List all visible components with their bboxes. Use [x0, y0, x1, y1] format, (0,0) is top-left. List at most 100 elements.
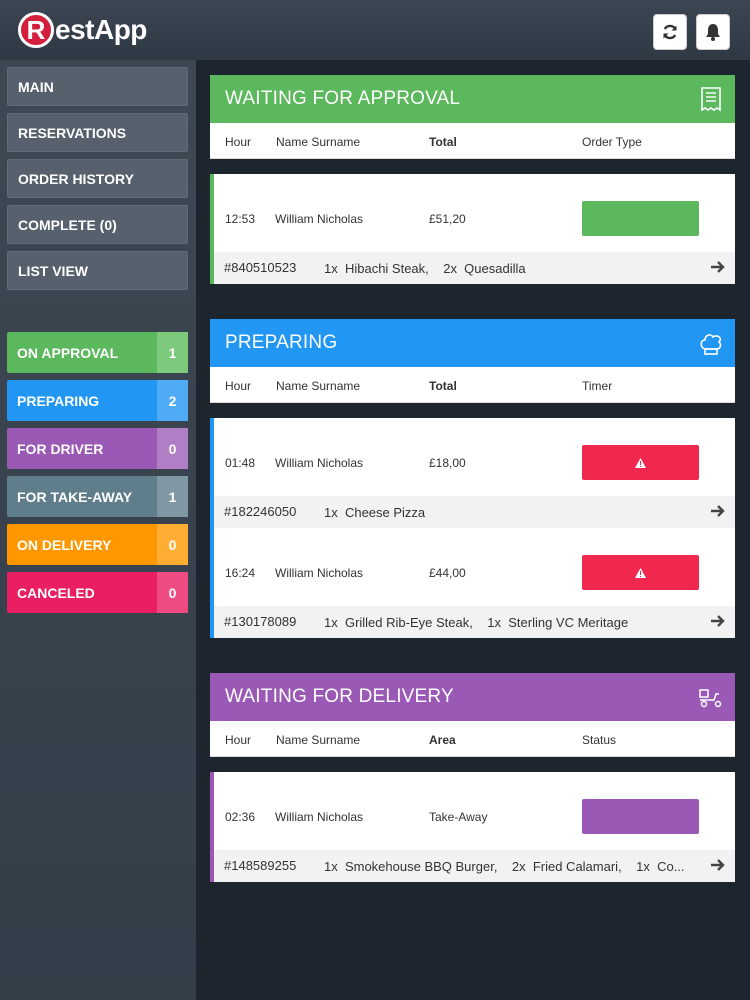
order-card[interactable]: 02:36 William Nicholas Take-Away Take Aw…: [210, 772, 735, 882]
order-hour: 01:48: [225, 456, 256, 470]
sidebar-item-label: COMPLETE (0): [18, 216, 117, 233]
order-name: William Nicholas: [275, 212, 364, 226]
col-timer: Timer: [582, 379, 613, 393]
restapp-logo[interactable]: R estApp: [18, 10, 147, 50]
delivery-column-headers: Hour Name Surname Area Status: [210, 721, 735, 757]
order-items-row: #182246050 1x Cheese Pizza: [214, 496, 735, 528]
status-count: 0: [157, 572, 188, 613]
status-label: CANCELED: [17, 584, 95, 601]
status-on-delivery[interactable]: ON DELIVERY 0: [7, 524, 188, 565]
order-number: #182246050: [224, 504, 297, 519]
order-number: #840510523: [224, 260, 297, 275]
status-count: 1: [157, 332, 188, 373]
status-label: FOR TAKE-AWAY: [17, 488, 133, 505]
order-type-badge[interactable]: Delivery: [582, 201, 699, 250]
sidebar-item-label: MAIN: [18, 78, 54, 95]
status-count: 0: [157, 524, 188, 565]
arrow-right-icon[interactable]: [709, 502, 727, 520]
col-total: Total: [429, 379, 457, 393]
col-name: Name Surname: [276, 135, 361, 149]
order-items: 1x Hibachi Steak, 2x Quesadilla: [324, 261, 526, 276]
order-hour: 02:36: [225, 810, 256, 824]
status-for-driver[interactable]: FOR DRIVER 0: [7, 428, 188, 469]
status-preparing[interactable]: PREPARING 2: [7, 380, 188, 421]
col-total: Total: [429, 135, 457, 149]
preparing-panel-header: PREPARING: [210, 319, 735, 367]
delivery-panel-header: WAITING FOR DELIVERY: [210, 673, 735, 721]
order-total: £18,00: [429, 456, 466, 470]
status-label: FOR DRIVER: [17, 440, 104, 457]
col-status: Status: [582, 733, 617, 747]
panel-title: WAITING FOR APPROVAL: [225, 88, 461, 109]
order-card-group: 01:48 William Nicholas £18,00 LATE #1822…: [210, 418, 735, 638]
col-name: Name Surname: [276, 379, 361, 393]
late-badge[interactable]: LATE: [582, 555, 699, 604]
order-row[interactable]: 01:48 William Nicholas £18,00 LATE: [214, 418, 735, 496]
col-area: Area: [429, 733, 456, 747]
refresh-icon: [663, 24, 677, 40]
order-number: #130178089: [224, 614, 297, 629]
bell-icon: [706, 24, 720, 41]
badge-label: Delivery: [622, 239, 659, 250]
status-label: ON APPROVAL: [17, 344, 119, 361]
arrow-right-icon[interactable]: [709, 612, 727, 630]
col-hour: Hour: [225, 733, 252, 747]
sidebar-item-main[interactable]: MAIN: [7, 67, 188, 106]
warning-icon: [635, 457, 646, 468]
order-row: 12:53 William Nicholas £51,20 Delivery: [214, 174, 735, 252]
status-label: PREPARING: [17, 392, 100, 409]
order-total: £51,20: [429, 212, 466, 226]
status-badge[interactable]: Take Away: [582, 799, 699, 848]
status-count: 0: [157, 428, 188, 469]
badge-label: LATE: [628, 593, 653, 604]
order-area: Take-Away: [429, 810, 488, 824]
col-order-type: Order Type: [582, 135, 642, 149]
badge-label: Take Away: [616, 837, 665, 848]
order-name: William Nicholas: [275, 566, 364, 580]
sidebar-item-order-history[interactable]: ORDER HISTORY: [7, 159, 188, 198]
status-count: 2: [157, 380, 188, 421]
badge-label: LATE: [628, 483, 653, 494]
status-canceled[interactable]: CANCELED 0: [7, 572, 188, 613]
order-card[interactable]: 12:53 William Nicholas £51,20 Delivery #…: [210, 174, 735, 284]
order-hour: 12:53: [225, 212, 256, 226]
panel-title: PREPARING: [225, 332, 338, 353]
order-row: 02:36 William Nicholas Take-Away Take Aw…: [214, 772, 735, 850]
refresh-button[interactable]: [653, 14, 687, 50]
chef-hat-icon: [700, 334, 722, 355]
order-items: 1x Grilled Rib-Eye Steak, 1x Sterling VC…: [324, 615, 629, 630]
sidebar-item-label: RESERVATIONS: [18, 124, 127, 141]
approval-panel-header: WAITING FOR APPROVAL: [210, 75, 735, 123]
status-count: 1: [157, 476, 188, 517]
order-items-row: #130178089 1x Grilled Rib-Eye Steak, 1x …: [214, 606, 735, 638]
late-badge[interactable]: LATE: [582, 445, 699, 494]
sidebar-item-list-view[interactable]: LIST VIEW: [7, 251, 188, 290]
notifications-button[interactable]: [696, 14, 730, 50]
status-on-approval[interactable]: ON APPROVAL 1: [7, 332, 188, 373]
sidebar-item-label: LIST VIEW: [18, 262, 88, 279]
status-for-take-away[interactable]: FOR TAKE-AWAY 1: [7, 476, 188, 517]
order-items-row: #148589255 1x Smokehouse BBQ Burger, 2x …: [214, 850, 735, 882]
order-name: William Nicholas: [275, 456, 364, 470]
order-total: £44,00: [429, 566, 466, 580]
logo-mark: R: [18, 12, 54, 48]
arrow-right-icon[interactable]: [709, 258, 727, 276]
order-name: William Nicholas: [275, 810, 364, 824]
order-hour: 16:24: [225, 566, 256, 580]
sidebar: MAIN RESERVATIONS ORDER HISTORY COMPLETE…: [0, 60, 196, 1000]
col-hour: Hour: [225, 135, 252, 149]
status-label: ON DELIVERY: [17, 536, 112, 553]
sidebar-item-complete[interactable]: COMPLETE (0): [7, 205, 188, 244]
arrow-right-icon[interactable]: [709, 856, 727, 874]
top-bar: R estApp: [0, 0, 750, 60]
order-items-row: #840510523 1x Hibachi Steak, 2x Quesadil…: [214, 252, 735, 284]
panel-title: WAITING FOR DELIVERY: [225, 686, 454, 707]
sidebar-item-reservations[interactable]: RESERVATIONS: [7, 113, 188, 152]
delivery-scooter-icon: [699, 689, 722, 708]
logo-text: estApp: [55, 14, 147, 45]
sidebar-item-label: ORDER HISTORY: [18, 170, 134, 187]
col-name: Name Surname: [276, 733, 361, 747]
receipt-icon: [701, 87, 721, 112]
order-items: 1x Smokehouse BBQ Burger, 2x Fried Calam…: [324, 859, 685, 874]
order-row[interactable]: 16:24 William Nicholas £44,00 LATE: [214, 528, 735, 606]
